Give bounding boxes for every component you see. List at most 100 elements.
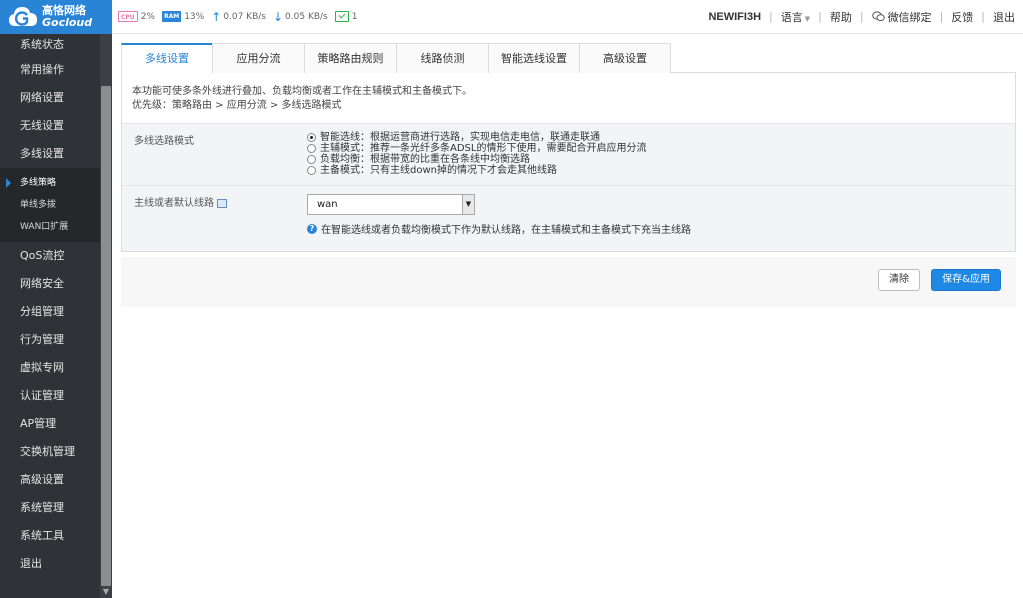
tab-line-detection[interactable]: 线路侦测 — [396, 43, 489, 73]
description: 本功能可使多条外线进行叠加、负载均衡或者工作在主辅模式和主备模式下。 优先级：策… — [122, 73, 1015, 123]
radio-load-balance[interactable] — [307, 155, 316, 164]
separator: | — [939, 10, 944, 23]
ram-stat: RAM 13% — [161, 11, 204, 22]
default-line-select[interactable]: wan ▼ — [307, 194, 475, 215]
default-line-help: ? 在智能选线或者负载均衡模式下作为默认线路，在主辅模式和主备模式下充当主线路 — [307, 221, 1015, 236]
sidebar-subitem-multiline-policy[interactable]: 多线策略 — [0, 172, 112, 194]
tab-multiline-settings[interactable]: 多线设置 — [121, 43, 213, 73]
tab-smart-line-settings[interactable]: 智能选线设置 — [488, 43, 580, 73]
feedback-link[interactable]: 反馈 — [951, 9, 973, 25]
ram-icon: RAM — [161, 11, 182, 22]
tab-bar: 多线设置 应用分流 策略路由规则 线路侦测 智能选线设置 高级设置 — [121, 43, 1016, 73]
download-value: 0.05 KB/s — [285, 11, 328, 22]
select-caret-down-icon[interactable]: ▼ — [462, 195, 474, 214]
default-line-help-text: 在智能选线或者负载均衡模式下作为默认线路，在主辅模式和主备模式下充当主线路 — [321, 225, 691, 236]
mode-row: 多线选路模式 智能选线：根据运营商进行选路，实现电信走电信，联通走联通 主辅模式… — [122, 123, 1015, 185]
mode-option-primary-aux[interactable]: 主辅模式：推荐一条光纤多条ADSL的情形下使用，需要配合开启应用分流 — [307, 143, 1015, 154]
sidebar-item-qos[interactable]: QoS流控 — [0, 242, 112, 270]
sidebar-item-common-ops[interactable]: 常用操作 — [0, 56, 112, 84]
download-arrow-icon: ↓ — [272, 9, 284, 24]
tab-advanced-settings[interactable]: 高级设置 — [579, 43, 671, 73]
sidebar-item-wireless-settings[interactable]: 无线设置 — [0, 112, 112, 140]
description-line-2: 优先级：策略路由 > 应用分流 > 多线选路模式 — [132, 100, 342, 111]
wechat-bind-link[interactable]: 微信绑定 — [871, 9, 932, 25]
mode-label: 多线选路模式 — [134, 136, 194, 147]
settings-panel: 本功能可使多条外线进行叠加、负载均衡或者工作在主辅模式和主备模式下。 优先级：策… — [121, 73, 1016, 252]
terminals-stat[interactable]: 1 — [334, 11, 358, 22]
cpu-stat: CPU 2% — [118, 11, 155, 22]
upload-arrow-icon: ↑ — [211, 9, 222, 24]
sidebar-item-auth-management[interactable]: 认证管理 — [0, 382, 112, 410]
sidebar-item-vpn[interactable]: 虚拟专网 — [0, 354, 112, 382]
top-bar: CPU 2% RAM 13% ↑ 0.07 KB/s ↓ 0.05 KB/s 1… — [112, 0, 1023, 34]
default-line-select-value: wan — [317, 199, 338, 210]
sidebar-item-multiline-settings[interactable]: 多线设置 — [0, 140, 112, 168]
logo: 高恪网络 Gocloud — [0, 0, 112, 34]
download-stat: ↓ 0.05 KB/s — [273, 10, 328, 24]
stats-bar: CPU 2% RAM 13% ↑ 0.07 KB/s ↓ 0.05 KB/s 1 — [112, 10, 364, 24]
tab-app-distribution[interactable]: 应用分流 — [212, 43, 305, 73]
mode-option-primary-aux-label: 主辅模式：推荐一条光纤多条ADSL的情形下使用，需要配合开启应用分流 — [320, 143, 647, 154]
separator: | — [818, 10, 822, 23]
radio-smart[interactable] — [307, 133, 316, 142]
sidebar-item-system-status[interactable]: 系统状态 — [0, 34, 112, 56]
cpu-value: 2% — [140, 11, 155, 22]
sidebar-item-ap-management[interactable]: AP管理 — [0, 410, 112, 438]
cpu-icon: CPU — [118, 11, 138, 22]
separator: | — [769, 10, 773, 23]
separator: | — [859, 10, 864, 23]
cloud-logo-icon — [8, 4, 38, 30]
mode-option-primary-backup-label: 主备模式：只有主线down掉的情况下才会走其他线路 — [320, 165, 557, 176]
description-line-1: 本功能可使多条外线进行叠加、负载均衡或者工作在主辅模式和主备模式下。 — [132, 86, 472, 97]
mode-option-load-balance-label: 负载均衡：根据带宽的比重在各条线中均衡选路 — [320, 154, 530, 165]
tab-policy-routing-rules[interactable]: 策略路由规则 — [304, 43, 397, 73]
language-label: 语言 — [780, 10, 803, 24]
sidebar-item-switch-management[interactable]: 交换机管理 — [0, 438, 112, 466]
default-line-body: wan ▼ ? 在智能选线或者负载均衡模式下作为默认线路，在主辅模式和主备模式下… — [307, 194, 1015, 251]
save-apply-button[interactable]: 保存&应用 — [931, 269, 1001, 291]
scrollbar-thumb[interactable] — [101, 86, 111, 586]
mode-option-smart[interactable]: 智能选线：根据运营商进行选路，实现电信走电信，联通走联通 — [307, 132, 1015, 143]
main-content: 多线设置 应用分流 策略路由规则 线路侦测 智能选线设置 高级设置 本功能可使多… — [121, 43, 1016, 307]
device-name: NEWIFI3H — [708, 10, 762, 23]
mode-option-primary-backup[interactable]: 主备模式：只有主线down掉的情况下才会走其他线路 — [307, 165, 1015, 176]
logo-text: 高恪网络 Gocloud — [42, 5, 92, 29]
sidebar-item-advanced-settings[interactable]: 高级设置 — [0, 466, 112, 494]
monitor-icon — [334, 11, 349, 22]
language-menu[interactable]: 语言 ▼ — [781, 9, 810, 25]
sidebar-subitem-single-line-multi-dial[interactable]: 单线多拨 — [0, 194, 112, 216]
sidebar-item-system-management[interactable]: 系统管理 — [0, 494, 112, 522]
caret-down-icon: ▼ — [804, 14, 811, 23]
clear-button[interactable]: 清除 — [878, 269, 920, 291]
sidebar-item-network-security[interactable]: 网络安全 — [0, 270, 112, 298]
upload-stat: ↑ 0.07 KB/s — [211, 10, 266, 24]
default-line-row: 主线或者默认线路 wan ▼ ? 在智能选线或者负载均衡模式下作为默认线路，在主… — [122, 185, 1015, 251]
wechat-bind-label: 微信绑定 — [887, 10, 932, 24]
mode-option-smart-label: 智能选线：根据运营商进行选路，实现电信走电信，联通走联通 — [320, 132, 600, 143]
sidebar-subitem-wan-expansion[interactable]: WAN口扩展 — [0, 216, 112, 238]
terminals-value: 1 — [351, 11, 358, 22]
sidebar-item-group-management[interactable]: 分组管理 — [0, 298, 112, 326]
sidebar-scrollbar[interactable]: ▼ — [100, 34, 112, 598]
edit-icon[interactable] — [217, 198, 227, 208]
sidebar-item-logout[interactable]: 退出 — [0, 550, 112, 578]
sidebar-item-system-tools[interactable]: 系统工具 — [0, 522, 112, 550]
scroll-down-arrow-icon[interactable]: ▼ — [100, 586, 112, 598]
top-links: NEWIFI3H | 语言 ▼ | 帮助 | 微信绑定 | 反馈 | 退出 — [708, 9, 1023, 25]
logout-link[interactable]: 退出 — [993, 9, 1015, 25]
upload-value: 0.07 KB/s — [223, 11, 266, 22]
help-link[interactable]: 帮助 — [830, 9, 852, 25]
mode-options: 智能选线：根据运营商进行选路，实现电信走电信，联通走联通 主辅模式：推荐一条光纤… — [307, 132, 1015, 185]
sidebar-item-behavior-management[interactable]: 行为管理 — [0, 326, 112, 354]
action-bar: 清除 保存&应用 — [121, 257, 1016, 307]
sidebar: 系统状态 常用操作 网络设置 无线设置 多线设置 多线策略 单线多拨 WAN口扩… — [0, 34, 112, 598]
radio-primary-aux[interactable] — [307, 144, 316, 153]
question-icon: ? — [307, 223, 317, 234]
default-line-label-wrap: 主线或者默认线路 — [122, 194, 307, 251]
mode-option-load-balance[interactable]: 负载均衡：根据带宽的比重在各条线中均衡选路 — [307, 154, 1015, 165]
radio-primary-backup[interactable] — [307, 166, 316, 175]
default-line-label: 主线或者默认线路 — [134, 198, 214, 209]
sidebar-item-network-settings[interactable]: 网络设置 — [0, 84, 112, 112]
wechat-icon — [871, 11, 885, 22]
sidebar-submenu: 多线策略 单线多拨 WAN口扩展 — [0, 168, 112, 242]
